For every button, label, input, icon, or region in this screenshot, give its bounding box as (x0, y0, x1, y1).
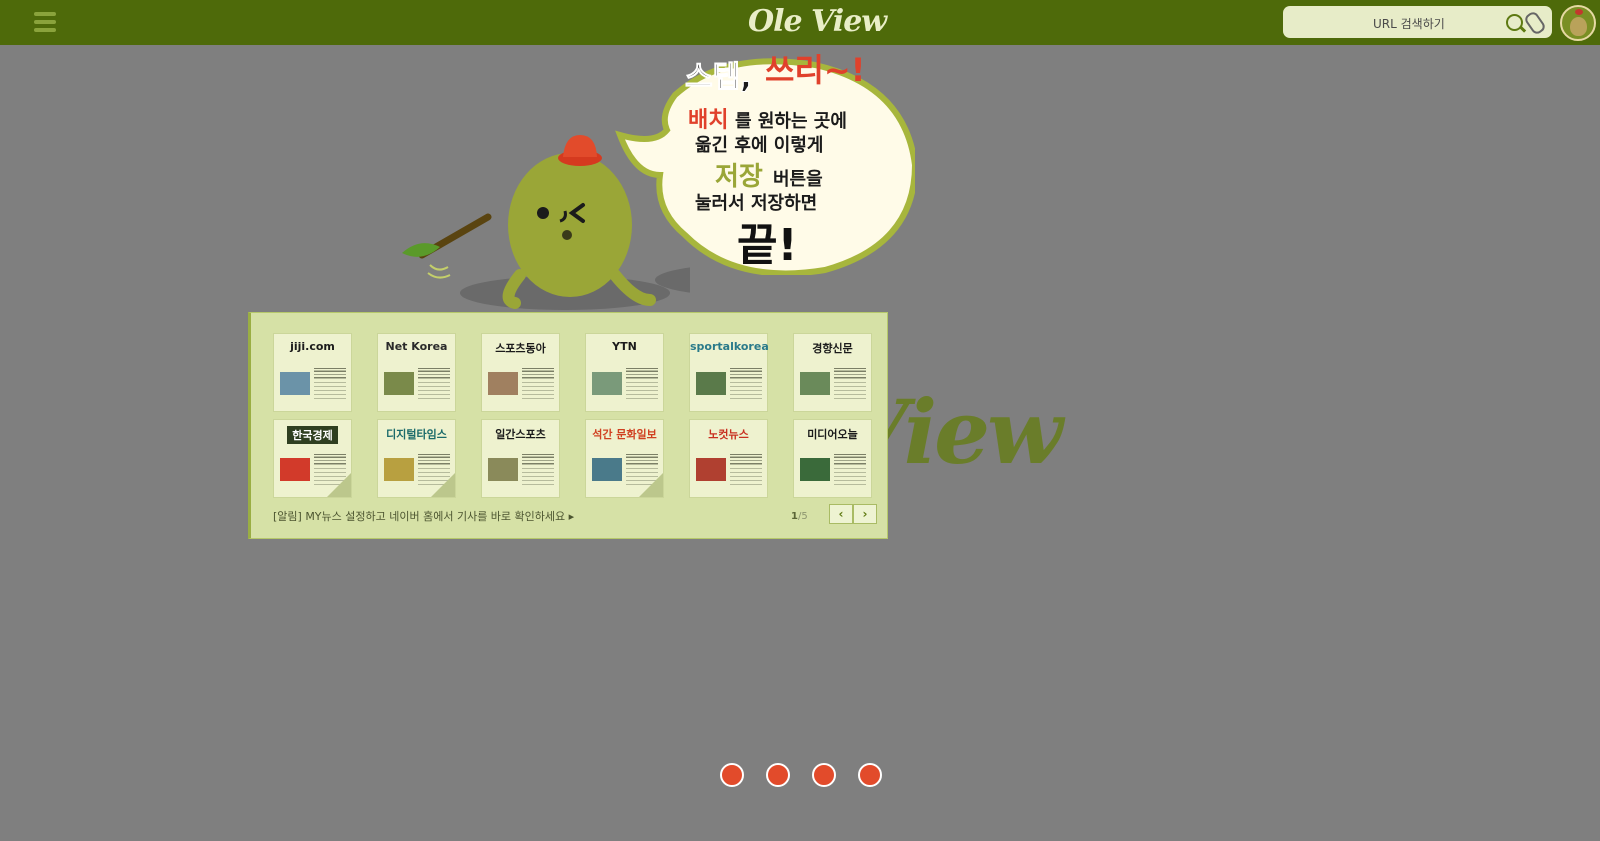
article-text-lines (522, 456, 554, 486)
bubble-line4b: 버튼을 (773, 169, 823, 190)
page-indicator: 1/5 (791, 511, 808, 522)
bubble-line2a: 배치 (688, 108, 728, 133)
article-text-lines (626, 370, 658, 400)
publisher-tile[interactable]: jiji.com (273, 333, 352, 412)
article-text-lines (314, 370, 346, 400)
speech-bubble: 스텝, 쓰리~! 배치 를 원하는 곳에 옮긴 후에 이렇게 저장 버튼을 눌러… (615, 51, 915, 275)
bubble-line1b: 쓰리~! (765, 51, 865, 89)
page-current: 1 (791, 511, 798, 522)
top-bar: Ole View URL 검색하기 (0, 0, 1600, 45)
publisher-tile[interactable]: 한국경제 (273, 419, 352, 498)
page-fold-corner (431, 473, 455, 497)
app-logo[interactable]: Ole View (748, 2, 887, 42)
article-thumbnail (800, 458, 830, 481)
prev-page-button[interactable]: ‹ (829, 504, 853, 524)
publisher-tile[interactable]: sportalkorea (689, 333, 769, 412)
publisher-name: 일간스포츠 (495, 428, 546, 441)
my-news-notice-link[interactable]: [알림] MY뉴스 설정하고 네이버 홈에서 기사를 바로 확인하세요 ▸ (273, 508, 574, 524)
step-dot-4[interactable] (858, 763, 882, 787)
publisher-name: Net Korea (385, 340, 448, 353)
publisher-name: YTN (612, 340, 637, 353)
publisher-tile[interactable]: YTN (585, 333, 664, 412)
article-thumbnail (384, 372, 414, 395)
bubble-line4a: 저장 (715, 162, 763, 192)
publisher-name: 석간 문화일보 (592, 428, 657, 441)
bubble-line6: 끝! (737, 220, 798, 271)
publisher-tile[interactable]: 미디어오늘 (793, 419, 872, 498)
page-total: /5 (797, 511, 808, 522)
step-dot-2[interactable] (766, 763, 790, 787)
publisher-name: 한국경제 (287, 426, 338, 444)
publisher-name: 스포츠동아 (495, 342, 546, 355)
article-text-lines (418, 370, 450, 400)
step-dot-3[interactable] (812, 763, 836, 787)
olive-avatar-icon[interactable] (1560, 5, 1596, 41)
publisher-name: 미디어오늘 (807, 428, 858, 441)
article-thumbnail (592, 458, 622, 481)
next-page-button[interactable]: › (853, 504, 877, 524)
search-placeholder: URL 검색하기 (1373, 17, 1445, 31)
bubble-line2b: 를 원하는 곳에 (735, 111, 847, 132)
bubble-line5: 눌러서 저장하면 (695, 193, 817, 214)
article-thumbnail (800, 372, 830, 395)
publisher-tile[interactable]: 노컷뉴스 (689, 419, 768, 498)
article-text-lines (730, 456, 762, 486)
article-thumbnail (488, 372, 518, 395)
logo-text: Ole View (748, 4, 887, 39)
publisher-tile[interactable]: 일간스포츠 (481, 419, 560, 498)
search-icon[interactable] (1506, 14, 1523, 31)
article-text-lines (522, 370, 554, 400)
article-thumbnail (280, 458, 310, 481)
bubble-line1a: 스텝, (685, 60, 752, 95)
publisher-tile[interactable]: 석간 문화일보 (585, 419, 664, 498)
page-fold-corner (327, 473, 351, 497)
article-text-lines (834, 456, 866, 486)
publisher-tile[interactable]: 스포츠동아 (481, 333, 560, 412)
publisher-name: jiji.com (290, 340, 335, 353)
publisher-tile[interactable]: Net Korea (377, 333, 456, 412)
article-thumbnail (384, 458, 414, 481)
article-thumbnail (696, 458, 726, 481)
step-dot-1[interactable] (720, 763, 744, 787)
page-fold-corner (639, 473, 663, 497)
hamburger-menu-icon[interactable] (34, 12, 56, 32)
publisher-tile[interactable]: 디지털타임스 (377, 419, 456, 498)
publisher-panel: jiji.com Net Korea 스포츠동아 YTN sportalkorea 경향신… (248, 312, 888, 539)
publisher-tile[interactable]: 경향신문 (793, 333, 872, 412)
publisher-name: 노컷뉴스 (708, 428, 749, 441)
article-thumbnail (592, 372, 622, 395)
article-text-lines (730, 370, 762, 400)
bubble-line3: 옮긴 후에 이렇게 (695, 135, 823, 156)
publisher-name: sportalkorea (690, 340, 769, 353)
article-text-lines (834, 370, 866, 400)
publisher-name: 경향신문 (812, 342, 853, 355)
article-thumbnail (696, 372, 726, 395)
publisher-name: 디지털타임스 (386, 428, 447, 441)
article-thumbnail (280, 372, 310, 395)
article-thumbnail (488, 458, 518, 481)
